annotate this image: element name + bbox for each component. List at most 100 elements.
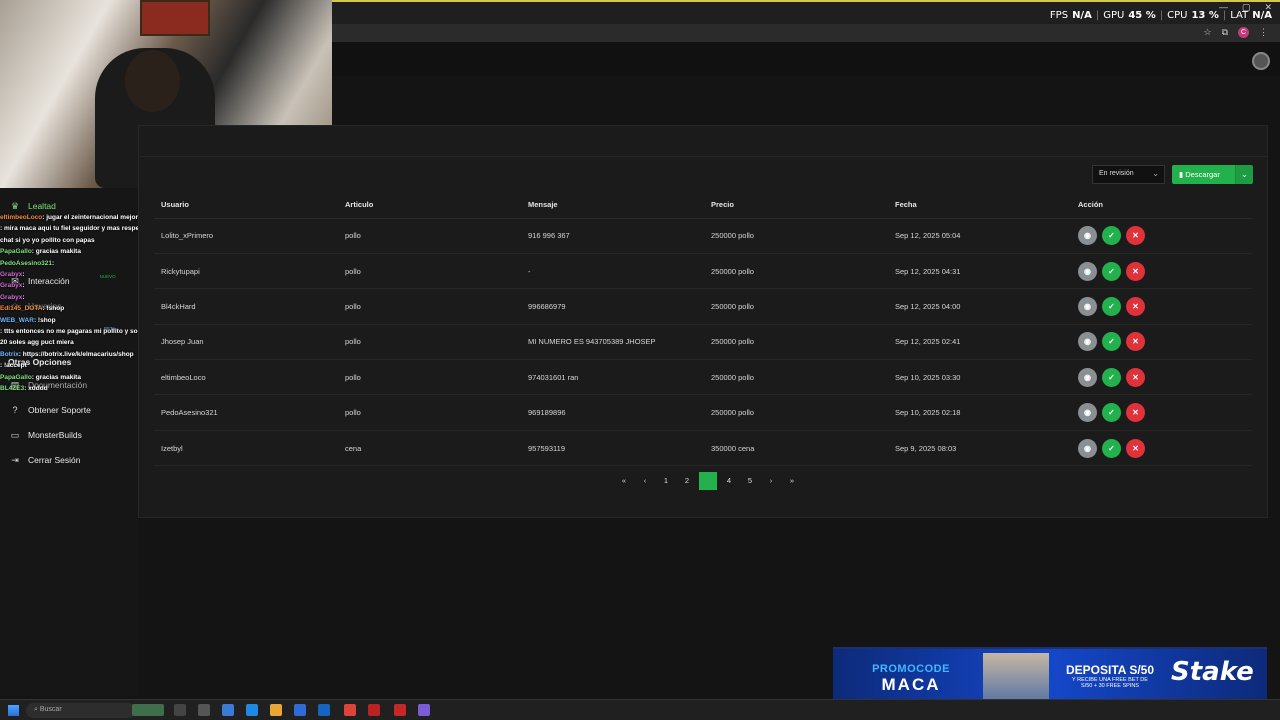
- view-button[interactable]: ◉: [1078, 296, 1097, 316]
- chat-username: Grabyx: [0, 293, 23, 301]
- approve-button[interactable]: ✓: [1102, 332, 1121, 352]
- approve-button[interactable]: ✓: [1102, 296, 1121, 316]
- cell-fecha: Sep 10, 2025 02:18: [888, 394, 1071, 431]
- orders-table: Usuario Articulo Mensaje Precio Fecha Ac…: [154, 192, 1252, 467]
- sidebar-item-lealtad[interactable]: ♛ Lealtad: [10, 201, 56, 211]
- next-page-button[interactable]: ›: [762, 472, 780, 490]
- reject-button[interactable]: ✕: [1126, 296, 1145, 316]
- sidebar-item-cerrar-sesion[interactable]: ⇥ Cerrar Sesión: [10, 455, 80, 465]
- view-button[interactable]: ◉: [1078, 403, 1097, 423]
- cell-usuario: Lolito_xPrimero: [154, 218, 338, 254]
- sidebar-item-soporte[interactable]: ? Obtener Soporte: [10, 405, 90, 415]
- extensions-icon[interactable]: ⧉: [1222, 27, 1228, 38]
- obs-icon[interactable]: [368, 704, 380, 716]
- address-bar[interactable]: [332, 24, 1280, 42]
- reject-button[interactable]: ✕: [1126, 403, 1145, 423]
- page-4-button[interactable]: 4: [720, 472, 738, 490]
- reject-button[interactable]: ✕: [1126, 226, 1145, 246]
- copilot-icon[interactable]: [222, 704, 234, 716]
- first-page-button[interactable]: «: [615, 472, 633, 490]
- profile-avatar[interactable]: C: [1238, 27, 1249, 38]
- cell-precio: 250000 pollo: [704, 218, 888, 254]
- performance-overlay: FPS N/A | GPU 45 % | CPU 13 % | LAT N/A: [1049, 10, 1272, 21]
- app-icon[interactable]: [394, 704, 406, 716]
- folder-icon[interactable]: [270, 704, 282, 716]
- pagination: « ‹ 1 2 3 4 5 › »: [615, 472, 801, 490]
- cell-precio: 250000 pollo: [704, 324, 888, 361]
- status-filter-select[interactable]: En revisión ⌄: [1092, 165, 1165, 184]
- chat-text: chat si yo yo pollito con papas: [0, 236, 95, 244]
- approve-button[interactable]: ✓: [1102, 367, 1121, 387]
- discord-icon[interactable]: [418, 704, 430, 716]
- promo-offer-block: DEPOSITA S/50 Y RECIBE UNA FREE BET DE S…: [1055, 663, 1165, 689]
- chevron-down-icon: ⌄: [1152, 169, 1159, 178]
- page-1-button[interactable]: 1: [657, 472, 675, 490]
- page-3-button[interactable]: 3: [699, 472, 717, 490]
- chat-text: : gracias makita: [31, 248, 81, 256]
- approve-button[interactable]: ✓: [1102, 438, 1121, 458]
- cell-usuario: Jhosep Juan: [154, 324, 338, 361]
- view-button[interactable]: ◉: [1078, 261, 1097, 281]
- star-icon[interactable]: ☆: [1203, 27, 1211, 38]
- gpu-value: 45 %: [1128, 10, 1156, 21]
- cell-mensaje: 916 996 367: [521, 218, 704, 254]
- page-2-button[interactable]: 2: [678, 472, 696, 490]
- chat-text: : !shop: [33, 316, 56, 324]
- view-button[interactable]: ◉: [1078, 367, 1097, 387]
- page-5-button[interactable]: 5: [741, 472, 759, 490]
- approve-button[interactable]: ✓: [1102, 403, 1121, 423]
- view-button[interactable]: ◉: [1078, 438, 1097, 458]
- reject-button[interactable]: ✕: [1126, 367, 1145, 387]
- streamer-head: [125, 50, 180, 112]
- chat-username: Edi145_DOTA: [0, 305, 43, 313]
- cell-accion: ◉ ✓ ✕: [1071, 288, 1252, 325]
- sidebar-item-monsterbuilds[interactable]: ▭ MonsterBuilds: [10, 430, 82, 440]
- store-icon[interactable]: [294, 704, 306, 716]
- fps-label: FPS: [1049, 10, 1069, 21]
- chat-username: PapaGallo: [0, 248, 32, 256]
- col-mensaje: Mensaje: [521, 192, 704, 219]
- outlook-icon[interactable]: [318, 704, 330, 716]
- reject-button[interactable]: ✕: [1126, 438, 1145, 458]
- table-row: Lolito_xPrimero pollo 916 996 367 250000 po…: [154, 218, 1252, 254]
- reject-button[interactable]: ✕: [1126, 332, 1145, 352]
- menu-icon[interactable]: ⋮: [1259, 27, 1268, 38]
- view-button[interactable]: ◉: [1078, 332, 1097, 352]
- eye-icon: ◉: [1084, 266, 1091, 276]
- file-explorer-icon[interactable]: [198, 704, 210, 716]
- eye-icon: ◉: [1084, 231, 1091, 241]
- cell-fecha: Sep 12, 2025 04:00: [888, 288, 1071, 325]
- cell-articulo: pollo: [338, 253, 521, 290]
- prev-page-button[interactable]: ‹: [636, 472, 654, 490]
- chrome-icon[interactable]: [344, 704, 356, 716]
- cell-fecha: Sep 10, 2025 03:30: [888, 359, 1071, 396]
- download-dropdown-toggle[interactable]: ⌄: [1235, 165, 1253, 184]
- avatar[interactable]: [1252, 52, 1270, 70]
- view-button[interactable]: ◉: [1078, 226, 1097, 246]
- task-view-icon[interactable]: [174, 704, 186, 716]
- logout-icon: ⇥: [11, 455, 19, 465]
- download-button[interactable]: ▮ Descargar: [1172, 165, 1235, 184]
- chat-text: 20 soles agg puct miera: [0, 339, 74, 347]
- windows-start-icon[interactable]: [8, 705, 19, 716]
- cell-accion: ◉ ✓ ✕: [1071, 430, 1252, 467]
- widget-icon[interactable]: [132, 704, 164, 716]
- check-icon: ✓: [1108, 231, 1115, 241]
- taskbar-search[interactable]: ⌕ Buscar: [26, 703, 136, 718]
- cell-mensaje: 969189896: [521, 394, 704, 431]
- last-page-button[interactable]: »: [783, 472, 801, 490]
- panel-divider: [139, 156, 1267, 157]
- reject-button[interactable]: ✕: [1126, 261, 1145, 281]
- approve-button[interactable]: ✓: [1102, 226, 1121, 246]
- approve-button[interactable]: ✓: [1102, 261, 1121, 281]
- eye-icon: ◉: [1084, 301, 1091, 311]
- edge-icon[interactable]: [246, 704, 258, 716]
- stake-logo: Stake: [1171, 657, 1254, 687]
- cell-fecha: Sep 9, 2025 08:03: [888, 430, 1071, 467]
- x-icon: ✕: [1132, 266, 1139, 276]
- table-row: Rickytupapi pollo -250000 pollo Sep 12, 202…: [154, 253, 1252, 290]
- table-row: eltimbeoLoco pollo 974031601 ran 250000 pol…: [154, 359, 1252, 396]
- cell-fecha: Sep 12, 2025 04:31: [888, 253, 1071, 290]
- cell-accion: ◉ ✓ ✕: [1071, 359, 1252, 396]
- sidebar-item-label: Lealtad: [28, 201, 56, 211]
